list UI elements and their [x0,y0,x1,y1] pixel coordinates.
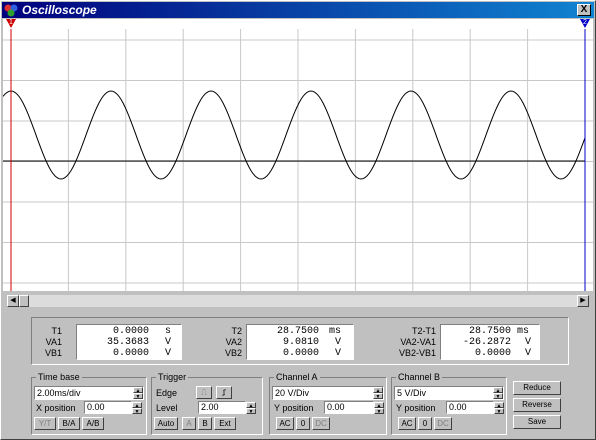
t2-t1-unit: ms [517,326,530,337]
t2-unit: ms [329,326,342,337]
vb2-vb1-unit: V [525,348,532,359]
trigger-group: Trigger Edge ⎍ ⎎ Level 2.00 ▲ ▼ Auto A B … [151,371,263,435]
channel-b-scale-select[interactable]: 5 V/Div ▲ ▼ [394,386,504,400]
trigger-b-button[interactable]: B [198,417,212,430]
va2-va1-label: VA2-VA1 [400,337,436,347]
scope-screen[interactable]: 1 2 [2,19,593,291]
channel-a-ypos-input[interactable]: 0.00 [324,401,374,414]
title-bar[interactable]: Oscilloscope X [2,2,594,18]
horizontal-scrollbar[interactable]: ◀ ▶ [7,295,589,307]
oscilloscope-app-icon [4,4,18,17]
channel-a-ypos-value: 0.00 [327,402,345,412]
yt-mode-button[interactable]: Y/T [34,417,56,430]
save-button[interactable]: Save [513,415,561,429]
window-title: Oscilloscope [22,3,97,17]
time-base-scale-value: 2.00ms/div [37,388,81,398]
cursor-2-label: 2 [583,19,587,26]
va1-value: 35.3683 [106,337,149,348]
x-position-spinner[interactable]: ▲ ▼ [132,402,142,415]
channel-b-ac-button[interactable]: AC [398,417,416,430]
trigger-level-value: 2.00 [201,402,219,412]
channel-a-scale-value: 20 V/Div [275,388,310,398]
t1-value: 0.0000 [112,326,149,337]
channel-a-scale-spinner[interactable]: ▲ ▼ [373,387,383,400]
channel-b-title: Channel B [396,371,443,383]
x-position-value: 0.00 [87,402,105,412]
channel-b-ypos-input[interactable]: 0.00 [446,401,494,414]
va2-unit: V [335,337,342,348]
vb2-unit: V [335,348,342,359]
vb2-label: VB2 [224,348,242,358]
time-base-scale-select[interactable]: 2.00ms/div ▲ ▼ [34,386,144,400]
vb1-unit: V [165,348,172,359]
vb2-vb1-value: 0.0000 [474,348,511,359]
t2-value: 28.7500 [276,326,319,337]
channel-b-scale-value: 5 V/Div [397,388,427,398]
cursor-1-value-box: 0.0000 s 35.3683 V 0.0000 V [76,324,182,360]
trigger-level-spinner[interactable]: ▲ ▼ [246,402,256,415]
channel-b-zero-button[interactable]: 0 [418,417,432,430]
close-button[interactable]: X [577,4,591,16]
va2-va1-unit: V [525,337,532,348]
scope-display [2,29,593,291]
va2-value: 9.0810 [282,337,319,348]
screen-grid [3,29,593,291]
rising-edge-icon[interactable]: ⎍ [196,386,212,399]
channel-a-group: Channel A 20 V/Div ▲ ▼ Y position 0.00 ▲ ▼… [269,371,387,435]
vb1-value: 0.0000 [112,348,149,359]
reverse-button[interactable]: Reverse [513,398,561,412]
channel-a-scale-select[interactable]: 20 V/Div ▲ ▼ [272,386,384,400]
scroll-left-icon[interactable]: ◀ [7,295,19,307]
va2-label: VA2 [225,337,242,347]
channel-a-ypos-label: Y position [274,403,314,413]
t2-label: T2 [231,326,242,336]
reduce-button[interactable]: Reduce [513,381,561,395]
time-base-title: Time base [36,371,82,383]
channel-a-zero-button[interactable]: 0 [296,417,310,430]
vb1-label: VB1 [44,348,62,358]
trigger-ext-button[interactable]: Ext [214,417,236,430]
x-position-label: X position [36,403,76,413]
channel-a-ac-button[interactable]: AC [276,417,294,430]
delta-value-box: 28.7500 ms -26.2872 V 0.0000 V [440,324,540,360]
level-label: Level [156,403,178,413]
channel-b-dc-button[interactable]: DC [434,417,452,430]
trigger-title: Trigger [156,371,189,383]
channel-b-ypos-value: 0.00 [449,402,467,412]
channel-a-ypos-spinner[interactable]: ▲ ▼ [374,402,384,415]
t1-label: T1 [51,326,62,336]
time-base-group: Time base 2.00ms/div ▲ ▼ X position 0.00 … [31,371,147,435]
va2-va1-value: -26.2872 [462,337,511,348]
cursor-1-label: 1 [9,19,13,26]
measurement-readout: T1 VA1 VB1 0.0000 s 35.3683 V 0.0000 V T… [31,317,569,365]
t1-unit: s [165,326,172,337]
channel-b-group: Channel B 5 V/Div ▲ ▼ Y position 0.00 ▲ ▼ … [391,371,507,435]
channel-a-dc-button[interactable]: DC [312,417,330,430]
vb2-vb1-label: VB2-VB1 [398,348,436,358]
vb2-value: 0.0000 [282,348,319,359]
cursor-2-value-box: 28.7500 ms 9.0810 V 0.0000 V [246,324,354,360]
channel-b-ypos-label: Y position [396,403,436,413]
t2-t1-value: 28.7500 [468,326,511,337]
channel-a-title: Channel A [274,371,320,383]
time-base-spinner[interactable]: ▲ ▼ [133,387,143,400]
falling-edge-icon[interactable]: ⎎ [216,386,232,399]
scroll-right-icon[interactable]: ▶ [577,295,589,307]
channel-b-scale-spinner[interactable]: ▲ ▼ [493,387,503,400]
trigger-auto-button[interactable]: Auto [154,417,178,430]
trigger-a-button[interactable]: A [182,417,196,430]
edge-label: Edge [156,388,178,398]
va1-unit: V [165,337,172,348]
va1-label: VA1 [45,337,62,347]
channel-b-ypos-spinner[interactable]: ▲ ▼ [494,402,504,415]
t2-t1-label: T2-T1 [411,326,436,336]
trigger-level-input[interactable]: 2.00 [198,401,246,414]
x-position-input[interactable]: 0.00 [84,401,132,414]
channel-a-trace [2,90,586,180]
scroll-thumb[interactable] [19,295,29,307]
ba-mode-button[interactable]: B/A [58,417,80,430]
oscilloscope-window: Oscilloscope X 1 2 ◀ ▶ T1 VA1 VB1 0.0000… [0,0,596,440]
ab-mode-button[interactable]: A/B [82,417,104,430]
